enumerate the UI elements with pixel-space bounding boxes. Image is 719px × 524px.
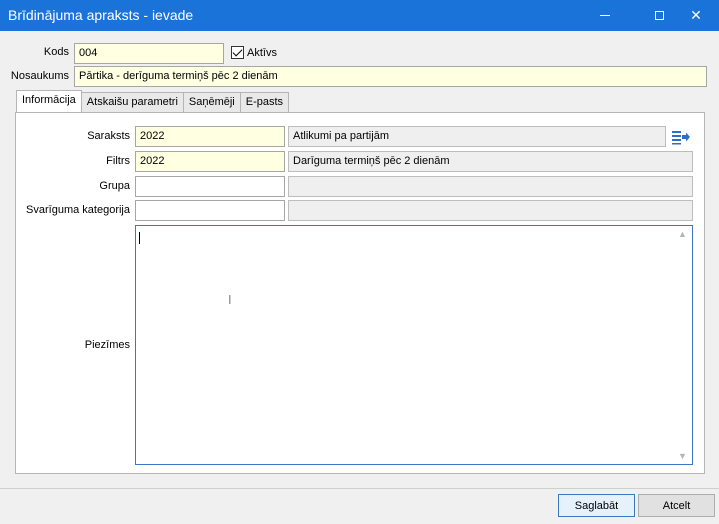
filtrs-name-field: Darīguma termiņš pēc 2 dienām — [288, 151, 693, 172]
close-button[interactable]: ✕ — [673, 0, 719, 31]
grupa-code-input[interactable] — [135, 176, 285, 197]
kods-label: Kods — [43, 46, 69, 58]
tab-strip: Informācija Atskaišu parametri Saņēmēji … — [16, 90, 290, 112]
maximize-icon — [654, 11, 664, 20]
piezimes-textarea[interactable]: I ▲ ▼ — [135, 225, 693, 465]
svarigums-label: Svarīguma kategorija — [26, 204, 130, 216]
piezimes-label: Piezīmes — [84, 339, 130, 351]
vertical-scrollbar[interactable]: ▲ ▼ — [675, 226, 692, 464]
ibeam-cursor-icon: I — [228, 292, 232, 307]
tab-atskaisu-parametri[interactable]: Atskaišu parametri — [80, 92, 184, 112]
footer-separator — [0, 488, 719, 489]
filtrs-label: Filtrs — [106, 155, 130, 167]
grupa-label: Grupa — [99, 180, 130, 192]
aktivs-label: Aktīvs — [247, 46, 277, 59]
scroll-down-icon[interactable]: ▼ — [678, 451, 687, 461]
cancel-button[interactable]: Atcelt — [638, 494, 715, 517]
minimize-icon — [600, 15, 610, 16]
svarigums-code-input[interactable] — [135, 200, 285, 221]
svarigums-name-field — [288, 200, 693, 221]
close-icon: ✕ — [690, 7, 702, 23]
save-button[interactable]: Saglabāt — [558, 494, 635, 517]
saraksts-name-field: Atlikumi pa partijām — [288, 126, 666, 147]
window-title: Brīdinājuma apraksts - ievade — [8, 7, 194, 23]
checkmark-icon — [231, 46, 244, 59]
text-caret — [139, 232, 140, 244]
grupa-name-field — [288, 176, 693, 197]
nosaukums-label: Nosaukums — [10, 70, 69, 82]
filtrs-code-input[interactable]: 2022 — [135, 151, 285, 172]
list-arrow-icon — [672, 131, 690, 145]
list-directory-button[interactable] — [669, 126, 693, 148]
tab-informacija[interactable]: Informācija — [16, 90, 82, 112]
tab-e-pasts[interactable]: E-pasts — [239, 92, 290, 112]
title-bar: Brīdinājuma apraksts - ievade ✕ — [0, 0, 719, 31]
saraksts-code-input[interactable]: 2022 — [135, 126, 285, 147]
minimize-button[interactable] — [582, 0, 628, 31]
nosaukums-input[interactable]: Pārtika - derīguma termiņš pēc 2 dienām — [74, 66, 707, 87]
scroll-up-icon[interactable]: ▲ — [678, 229, 687, 239]
tab-sanemeji[interactable]: Saņēmēji — [182, 92, 241, 112]
aktivs-checkbox[interactable]: Aktīvs — [231, 46, 277, 59]
kods-input[interactable]: 004 — [74, 43, 224, 64]
saraksts-label: Saraksts — [87, 130, 130, 142]
